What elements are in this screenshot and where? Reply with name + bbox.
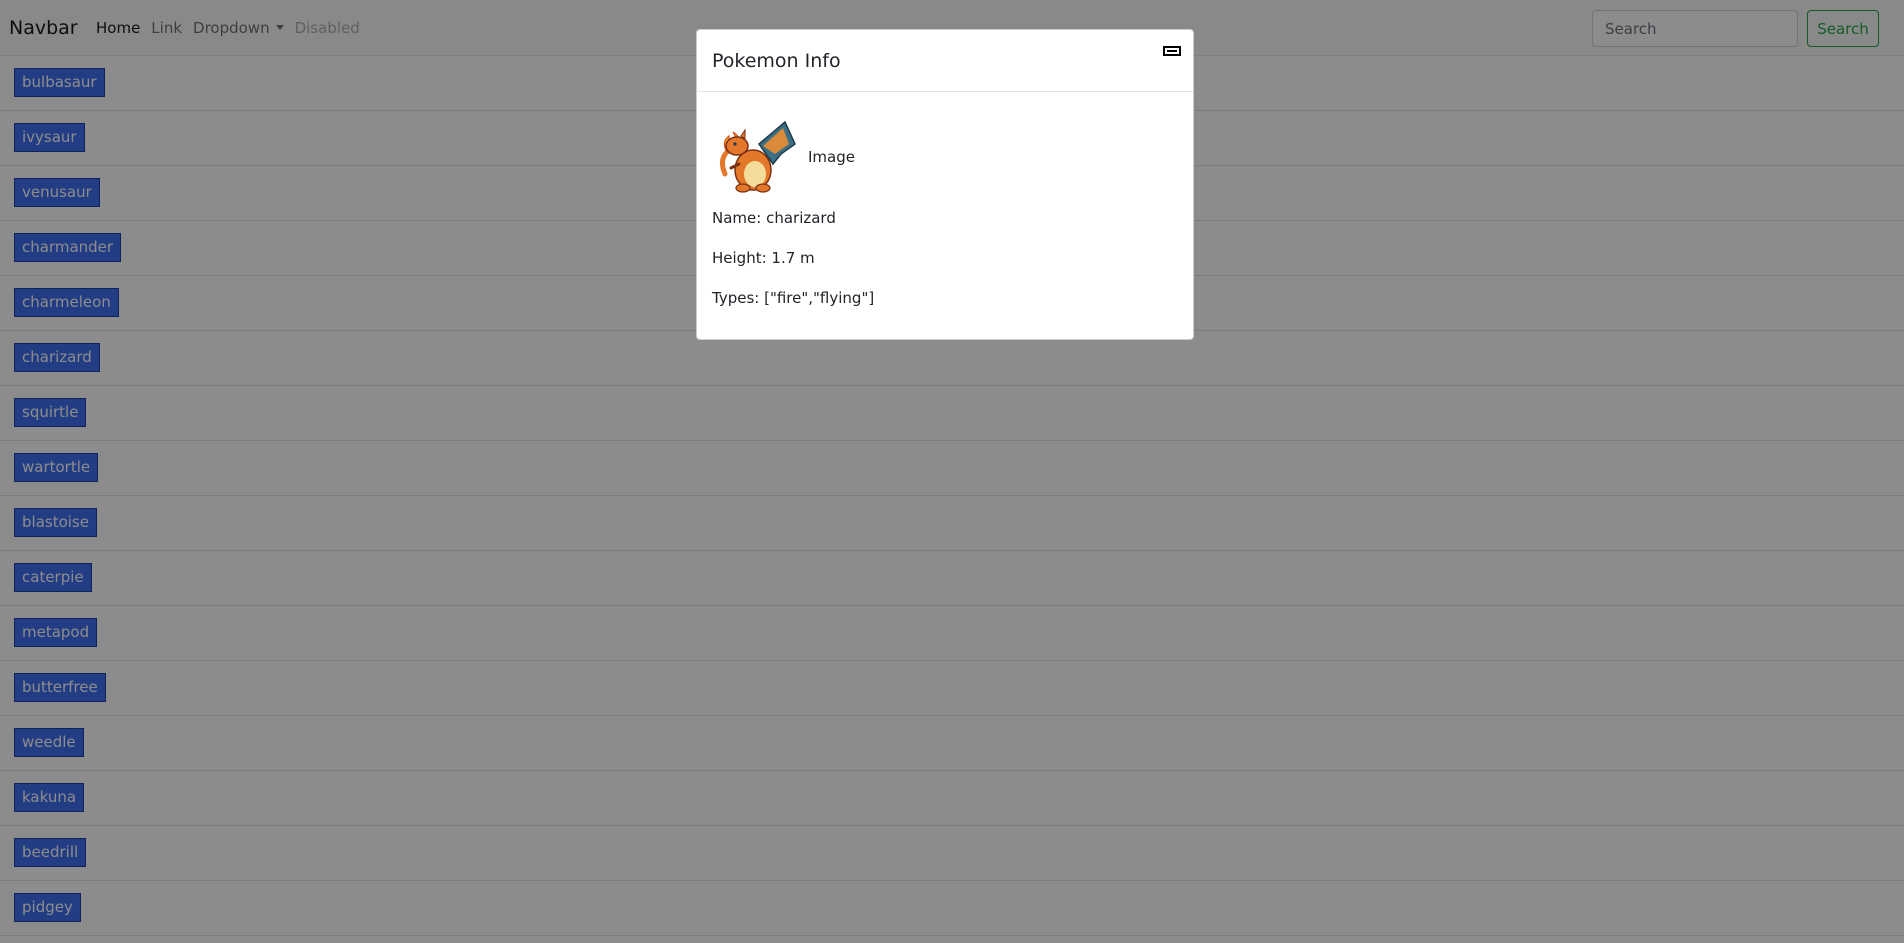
pokemon-info-modal: Pokemon Info Image Name: charizard Heigh… xyxy=(696,29,1194,340)
image-alt-label: Image xyxy=(808,148,855,166)
pokemon-sprite-image xyxy=(719,120,796,193)
pokemon-types: Types: ["fire","flying"] xyxy=(712,289,875,307)
close-button[interactable] xyxy=(1163,46,1181,56)
pokemon-height: Height: 1.7 m xyxy=(712,249,815,267)
modal-body: Image Name: charizard Height: 1.7 m Type… xyxy=(697,92,1193,340)
modal-header: Pokemon Info xyxy=(697,30,1193,92)
pokemon-name: Name: charizard xyxy=(712,209,836,227)
page: Navbar Home Link Dropdown Disabled Searc… xyxy=(0,0,1904,943)
close-icon xyxy=(1167,50,1177,52)
modal-title: Pokemon Info xyxy=(712,50,841,72)
